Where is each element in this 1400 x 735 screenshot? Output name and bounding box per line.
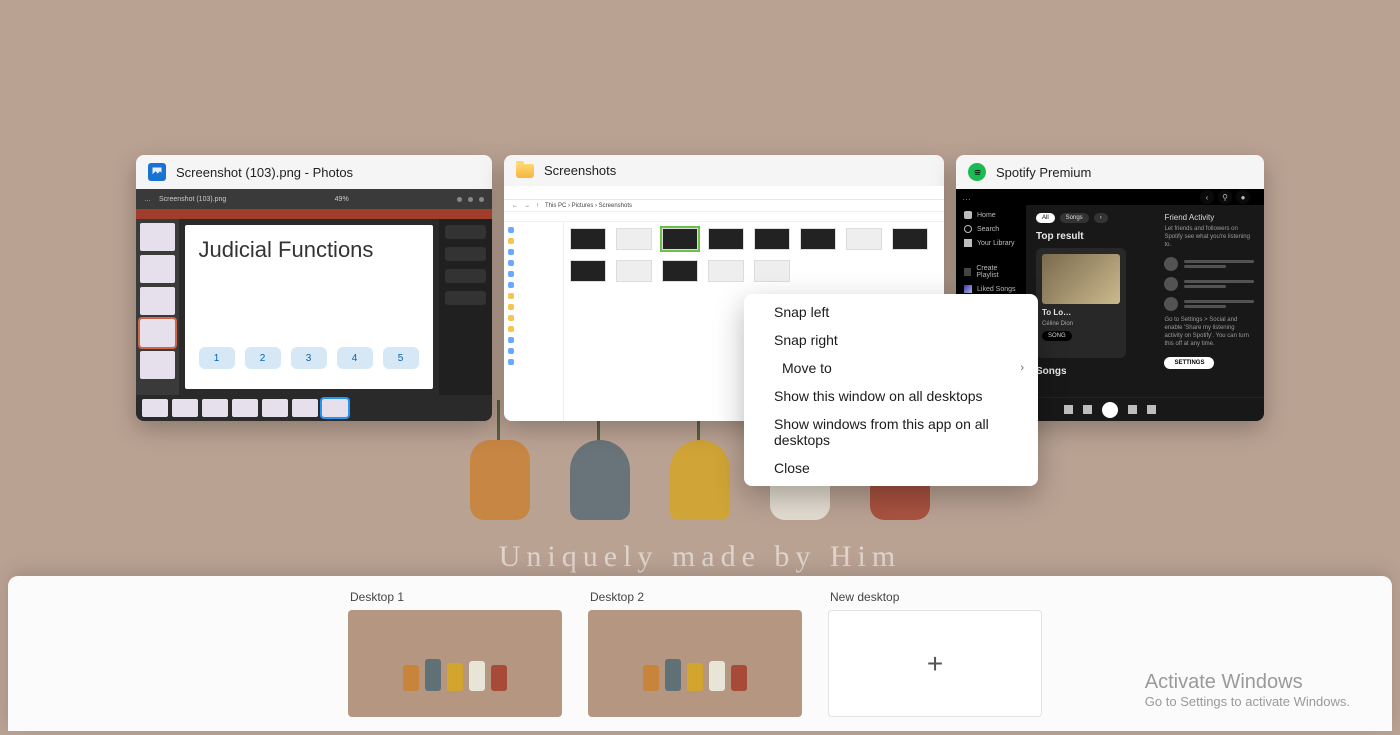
window-titlebar: Screenshots (504, 155, 944, 186)
profile-icon: ● (1236, 190, 1250, 204)
desktop-thumbnail[interactable] (348, 610, 562, 717)
menu-show-app-all-desktops[interactable]: Show windows from this app on all deskto… (744, 410, 1038, 454)
slide-pill: 2 (245, 347, 281, 369)
repeat-icon (1147, 405, 1156, 414)
desktop-label: New desktop (828, 590, 1042, 604)
folder-icon (516, 164, 534, 178)
sidebar-item-label: Create Playlist (976, 265, 1018, 279)
menu-item-label: Snap left (774, 304, 829, 320)
section-header: Songs (1036, 366, 1152, 377)
sidebar-item-label: Your Library (977, 240, 1015, 247)
friend-activity-hint: Go to Settings > Social and enable 'Shar… (1164, 317, 1254, 348)
slide-pill: 4 (337, 347, 373, 369)
filter-chip-more: › (1094, 213, 1108, 223)
sidebar-item-label: Home (977, 212, 996, 219)
new-desktop-thumbnail[interactable]: + (828, 610, 1042, 717)
track-kind: SONG (1042, 331, 1072, 341)
sidebar-item-label: Search (977, 226, 999, 233)
window-title-text: Screenshot (103).png - Photos (176, 165, 353, 180)
context-menu: Snap left Snap right Move to › Show this… (744, 294, 1038, 486)
window-title-text: Screenshots (544, 163, 616, 178)
desktop-tile[interactable]: Desktop 2 (588, 590, 802, 717)
photos-app-icon (148, 163, 166, 181)
search-icon: ⚲ (1218, 190, 1232, 204)
slide-pill: 1 (199, 347, 235, 369)
menu-snap-left[interactable]: Snap left (744, 298, 1038, 326)
live-caption-dots: … (144, 196, 151, 203)
section-header: Top result (1036, 231, 1152, 242)
watermark-text: Go to Settings to activate Windows. (1145, 694, 1350, 709)
sidebar-item-label: Liked Songs (977, 286, 1016, 293)
track-name: To Lo… (1042, 308, 1120, 317)
settings-button: SETTINGS (1164, 357, 1214, 369)
menu-item-label: Move to (782, 360, 832, 376)
desktop-label: Desktop 2 (588, 590, 802, 604)
window-preview: … Screenshot (103).png 49% Judicial Func… (136, 189, 492, 421)
friend-activity-text: Let friends and followers on Spotify see… (1164, 226, 1254, 249)
slide-pill: 3 (291, 347, 327, 369)
preview-filename: Screenshot (103).png (159, 196, 226, 203)
nav-back-icon: ‹ (1200, 190, 1214, 204)
track-artist: Céline Dion (1042, 321, 1120, 327)
chevron-right-icon: › (1020, 362, 1024, 374)
menu-snap-right[interactable]: Snap right (744, 326, 1038, 354)
window-titlebar: Screenshot (103).png - Photos (136, 155, 492, 189)
filter-chip: All (1036, 213, 1055, 223)
task-view-area: Screenshot (103).png - Photos … Screensh… (0, 155, 1400, 421)
desktop-tile[interactable]: Desktop 1 (348, 590, 562, 717)
friend-activity-header: Friend Activity (1164, 213, 1254, 222)
window-titlebar: Spotify Premium (956, 155, 1264, 189)
new-desktop-tile[interactable]: New desktop + (828, 590, 1042, 717)
menu-close[interactable]: Close (744, 454, 1038, 482)
menu-item-label: Snap right (774, 332, 838, 348)
desktop-label: Desktop 1 (348, 590, 562, 604)
plus-icon: + (927, 648, 943, 680)
activate-windows-watermark: Activate Windows Go to Settings to activ… (1145, 671, 1350, 709)
window-photos[interactable]: Screenshot (103).png - Photos … Screensh… (136, 155, 492, 421)
watermark-title: Activate Windows (1145, 671, 1350, 694)
next-icon (1128, 405, 1137, 414)
menu-item-label: Close (774, 460, 810, 476)
desktop-thumbnail[interactable] (588, 610, 802, 717)
play-icon (1102, 402, 1118, 418)
preview-zoom: 49% (335, 196, 349, 203)
slide-title: Judicial Functions (199, 237, 419, 263)
prev-icon (1083, 405, 1092, 414)
spotify-app-icon (968, 163, 986, 181)
wallpaper-caption: Uniquely made by Him (0, 540, 1400, 574)
window-title-text: Spotify Premium (996, 165, 1091, 180)
menu-item-label: Show windows from this app on all deskto… (774, 416, 1008, 448)
menu-show-window-all-desktops[interactable]: Show this window on all desktops (744, 382, 1038, 410)
shuffle-icon (1064, 405, 1073, 414)
filter-chip: Songs (1060, 213, 1089, 223)
menu-move-to[interactable]: Move to › (744, 354, 1038, 382)
slide-pill: 5 (383, 347, 419, 369)
menu-item-label: Show this window on all desktops (774, 388, 983, 404)
